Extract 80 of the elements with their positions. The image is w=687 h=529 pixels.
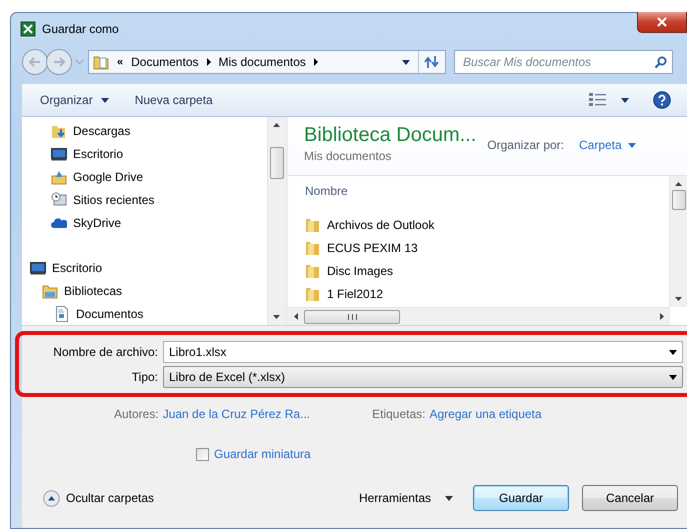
tools-menu[interactable]: Herramientas: [358, 491, 431, 505]
close-button[interactable]: [637, 12, 687, 33]
nav-item[interactable]: Google Drive: [73, 170, 144, 184]
nav-item[interactable]: Escritorio: [73, 146, 124, 160]
folder-icon: [305, 262, 321, 278]
overflow-chevron[interactable]: «: [117, 56, 124, 68]
chevron-right-icon: [206, 58, 210, 66]
nav-item[interactable]: Documentos: [76, 306, 144, 320]
metadata-label: Etiquetas:: [372, 407, 426, 421]
spreadsheet-icon: [20, 21, 36, 37]
arrange-label: Organizar por:: [487, 138, 564, 152]
file-item[interactable]: ECUS PEXIM 13: [327, 240, 418, 254]
dropdown-arrow-icon[interactable]: [669, 374, 677, 380]
file-name-field[interactable]: Libro1.xlsx: [163, 341, 683, 363]
recent-places-icon: [51, 192, 67, 208]
file-item[interactable]: Archivos de Outlook: [327, 218, 434, 232]
folder-icon: [305, 286, 321, 302]
library-title: Biblioteca Docum...: [304, 124, 476, 147]
nav-item[interactable]: Bibliotecas: [64, 284, 122, 298]
organize-menu[interactable]: Organizar: [40, 93, 93, 107]
dropdown-arrow-icon[interactable]: [669, 350, 677, 354]
dropdown-arrow-icon[interactable]: [402, 60, 410, 64]
hide-folders-button[interactable]: Ocultar carpetas: [66, 491, 154, 505]
arrange-dropdown[interactable]: Carpeta: [579, 138, 622, 152]
window-title: Guardar como: [42, 22, 119, 36]
file-item[interactable]: 1 Fiel2012: [327, 286, 384, 300]
scrollbar[interactable]: [669, 176, 687, 307]
address-bar[interactable]: « Documentos Mis documentos: [88, 50, 446, 74]
cancel-button[interactable]: Cancelar: [582, 485, 678, 511]
document-icon: [54, 306, 70, 322]
file-type-label: Tipo:: [130, 370, 159, 384]
nav-item[interactable]: Sitios recientes: [73, 192, 154, 206]
collapse-icon[interactable]: [43, 490, 60, 506]
column-header[interactable]: Nombre: [305, 184, 669, 204]
metadata-link[interactable]: Juan de la Cruz Pérez Ra...: [162, 407, 310, 421]
monitor-icon: [51, 146, 67, 162]
nav-item[interactable]: Descargas: [73, 124, 130, 138]
view-list-icon[interactable]: [589, 93, 607, 107]
caret-icon[interactable]: [445, 496, 453, 500]
monitor-icon: [30, 260, 46, 276]
scroll-down-icon[interactable]: [273, 315, 280, 319]
nav-item[interactable]: Escritorio: [52, 260, 102, 274]
library-subtitle: Mis documentos: [304, 149, 392, 163]
file-item[interactable]: Disc Images: [327, 264, 394, 278]
chevron-right-icon: [314, 58, 318, 66]
nav-item[interactable]: SkyDrive: [73, 216, 122, 230]
metadata-link[interactable]: Agregar una etiqueta: [429, 407, 542, 421]
search-field[interactable]: Buscar Mis documentos: [454, 50, 673, 74]
library-folder-icon: [42, 282, 58, 298]
drive-folder-icon: [51, 168, 67, 184]
scroll-up-icon[interactable]: [273, 123, 280, 127]
scroll-up-icon[interactable]: [675, 182, 682, 186]
help-icon[interactable]: [653, 91, 671, 109]
caret-icon[interactable]: [621, 98, 629, 102]
breadcrumb[interactable]: Mis documentos: [218, 55, 306, 69]
horizontal-scrollbar[interactable]: [288, 307, 670, 325]
folder-icon: [93, 54, 109, 70]
scroll-down-icon[interactable]: [675, 297, 682, 301]
refresh-icon: [424, 55, 440, 69]
file-name-label: Nombre de archivo:: [52, 345, 159, 359]
scroll-thumb[interactable]: [672, 190, 686, 210]
search-icon[interactable]: [654, 56, 667, 69]
checkbox-label[interactable]: Guardar miniatura: [214, 447, 311, 461]
close-icon: [656, 17, 668, 27]
scroll-thumb[interactable]: [270, 147, 284, 179]
save-button[interactable]: Guardar: [473, 485, 569, 511]
scroll-right-icon[interactable]: [660, 313, 664, 320]
scroll-thumb[interactable]: [304, 310, 400, 324]
caret-icon[interactable]: [628, 143, 636, 148]
grip-icon: [348, 314, 356, 320]
scroll-left-icon[interactable]: [294, 313, 298, 320]
caret-icon: [100, 98, 109, 102]
folder-icon: [305, 216, 321, 232]
scrollbar[interactable]: [267, 117, 285, 325]
new-folder-button[interactable]: Nueva carpeta: [134, 93, 213, 107]
breadcrumb[interactable]: Documentos: [131, 55, 198, 69]
metadata-label: Autores:: [114, 407, 159, 421]
file-type-dropdown[interactable]: Libro de Excel (*.xlsx): [163, 366, 683, 388]
folder-icon: [305, 240, 321, 256]
checkbox[interactable]: [196, 448, 209, 460]
